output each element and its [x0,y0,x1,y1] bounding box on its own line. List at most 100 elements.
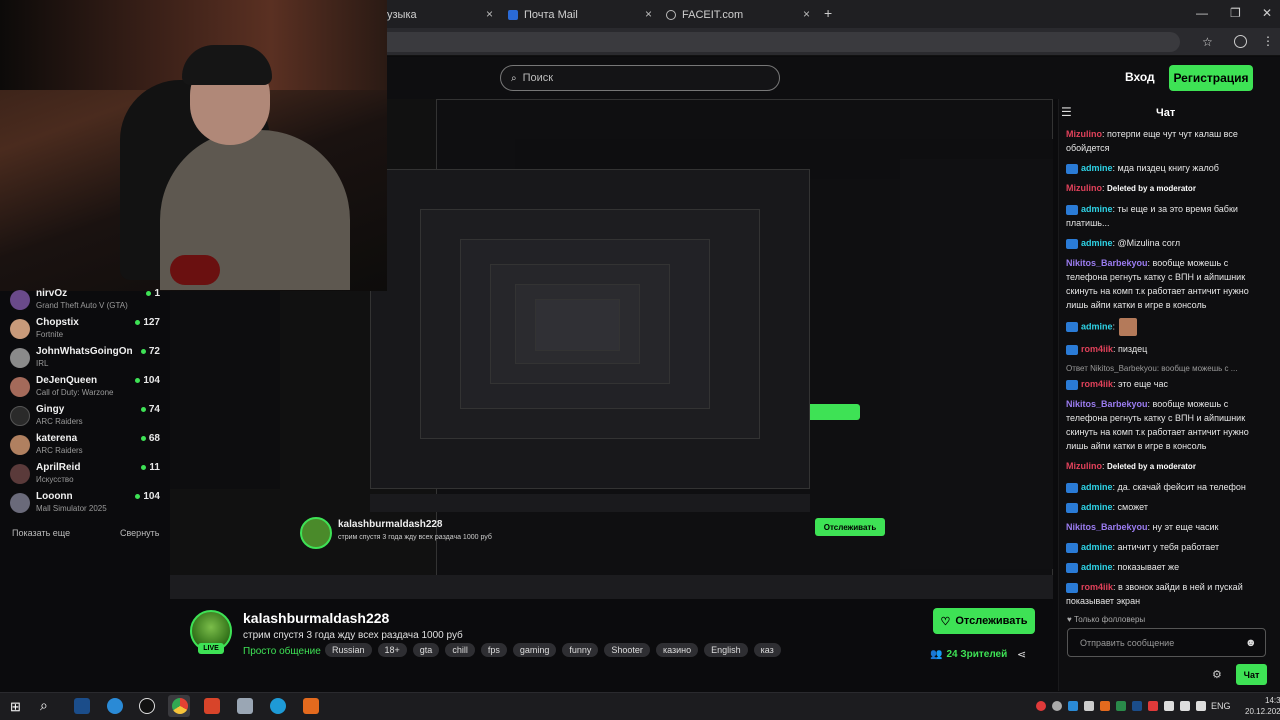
follow-button[interactable]: ♡ Отслеживать [933,608,1035,634]
channel-item[interactable]: AprilReid Искусство 11 [10,462,160,490]
close-tab-icon[interactable]: × [803,7,810,21]
channel-item[interactable]: Gingy ARC Raiders 74 [10,404,160,432]
tray-icon[interactable] [1084,701,1094,711]
volume-icon[interactable] [1180,701,1190,711]
chat-message: Nikitos_Barbekyou: вообще можешь с телеф… [1066,256,1272,312]
bookmark-star-icon[interactable]: ☆ [1202,35,1213,49]
live-dot-icon [140,349,146,354]
search-input[interactable]: ⌕ Поиск [500,65,780,91]
gear-icon[interactable]: ⚙ [1212,668,1222,681]
chat-username[interactable]: admine [1081,502,1113,512]
clock[interactable]: 14:39 20.12.2025 [1245,695,1280,717]
close-tab-icon[interactable]: × [486,7,493,21]
new-tab-button[interactable]: + [824,5,832,21]
login-button[interactable]: Вход [1125,70,1155,84]
brave-icon[interactable] [204,698,220,714]
show-more-link[interactable]: Показать еще [12,528,70,538]
nested-title: стрим спустя 3 года жду всех раздача 100… [338,534,492,541]
tag-chip[interactable]: Shooter [604,643,650,657]
tag-chip[interactable]: каз [753,643,781,657]
reply-context[interactable]: Ответ Nikitos_Barbekyou: вообще можешь с… [1066,362,1272,376]
channel-name: nirvOz [36,288,68,299]
moderator-badge-icon [1066,322,1078,332]
moderator-badge-icon [1066,482,1078,493]
chat-username[interactable]: admine [1081,238,1113,248]
channel-item[interactable]: DeJenQueen Call of Duty: Warzone 104 [10,375,160,403]
battery-icon[interactable] [1196,701,1206,711]
chat-username[interactable]: Nikitos_Barbekyou [1066,399,1148,409]
chat-message: rom4iik: пиздец [1066,342,1272,356]
collapse-link[interactable]: Свернуть [120,528,159,538]
channel-item[interactable]: JohnWhatsGoingOn IRL 72 [10,346,160,374]
tag-chip[interactable]: 18+ [377,643,407,657]
chrome-icon[interactable] [172,698,188,714]
chat-input[interactable]: Отправить сообщение [1067,628,1266,657]
chat-collapse-icon[interactable]: ☰ [1061,105,1072,119]
chat-message: admine: античит у тебя работает [1066,540,1272,554]
app-icon[interactable] [303,698,319,714]
chat-username[interactable]: rom4iik [1081,582,1113,592]
tray-icon[interactable] [1116,701,1126,711]
chat-username[interactable]: admine [1081,542,1113,552]
tray-icon[interactable] [1100,701,1110,711]
wifi-icon[interactable] [1164,701,1174,711]
chat-send-button[interactable]: Чат [1236,664,1267,685]
profile-icon[interactable] [1234,35,1247,48]
tag-chip[interactable]: Russian [325,643,372,657]
stream-category-link[interactable]: Просто общение [243,646,321,657]
telegram-icon[interactable] [107,698,123,714]
chat-username[interactable]: Mizulino [1066,461,1102,471]
emoji-icon[interactable]: ☻ [1245,637,1257,649]
search-icon[interactable]: ⌕ [40,697,48,714]
tag-chip[interactable]: gaming [512,643,557,657]
channel-item[interactable]: nirvOz Grand Theft Auto V (GTA) 1 [10,288,160,316]
chat-username[interactable]: Nikitos_Barbekyou [1066,522,1148,532]
share-icon[interactable]: ⋖ [1017,648,1026,661]
register-button[interactable]: Регистрация [1169,65,1253,91]
faceit-icon[interactable] [139,698,155,714]
chat-username[interactable]: admine [1081,482,1113,492]
close-tab-icon[interactable]: × [645,7,652,21]
close-window-icon[interactable]: ✕ [1262,6,1272,20]
windows-start-icon[interactable]: ⊞ [10,699,21,715]
chat-username[interactable]: rom4iik [1081,379,1113,389]
edge-icon[interactable] [270,698,286,714]
menu-kebab-icon[interactable]: ⋮ [1262,34,1274,48]
deleted-notice: Deleted by a moderator [1107,462,1196,471]
tray-icon[interactable] [1052,701,1062,711]
tab-mail[interactable]: Почта Mail × [508,4,658,26]
tab-music[interactable]: узыка × [387,4,499,26]
tag-chip[interactable]: English [704,643,748,657]
channel-item[interactable]: Looonn Mall Simulator 2025 104 [10,491,160,519]
steam-icon[interactable] [74,698,90,714]
channel-item[interactable]: katerena ARC Raiders 68 [10,433,160,461]
tab-faceit[interactable]: FACEIT.com × [666,4,816,26]
minimize-icon[interactable]: — [1196,6,1208,20]
viewer-count: 104 [135,375,160,386]
tag-chip[interactable]: funny [562,643,599,657]
avatar [10,319,30,339]
tag-chip[interactable]: fps [480,643,507,657]
channel-item[interactable]: Chopstix Fortnite 127 [10,317,160,345]
tray-icon[interactable] [1036,701,1046,711]
explorer-icon[interactable] [237,698,253,714]
tag-chip[interactable]: chill [445,643,475,657]
language-indicator[interactable]: ENG [1211,701,1231,711]
chat-username[interactable]: admine [1081,562,1113,572]
chat-username[interactable]: Mizulino [1066,129,1102,139]
chat-username[interactable]: Mizulino [1066,183,1102,193]
tray-icon[interactable] [1132,701,1142,711]
chat-message: admine: показывает же [1066,560,1272,574]
streamer-name[interactable]: kalashburmaldash228 [243,610,389,626]
restore-icon[interactable]: ❐ [1230,6,1241,20]
chat-username[interactable]: admine [1081,204,1113,214]
chat-username[interactable]: admine [1081,321,1113,331]
tag-chip[interactable]: казино [655,643,699,657]
tag-chip[interactable]: gta [412,643,440,657]
chat-message: Mizulino: Deleted by a moderator [1066,459,1272,474]
chat-username[interactable]: Nikitos_Barbekyou [1066,258,1148,268]
chat-username[interactable]: rom4iik [1081,344,1113,354]
chat-username[interactable]: admine [1081,163,1113,173]
tray-icon[interactable] [1068,701,1078,711]
tray-icon[interactable] [1148,701,1158,711]
